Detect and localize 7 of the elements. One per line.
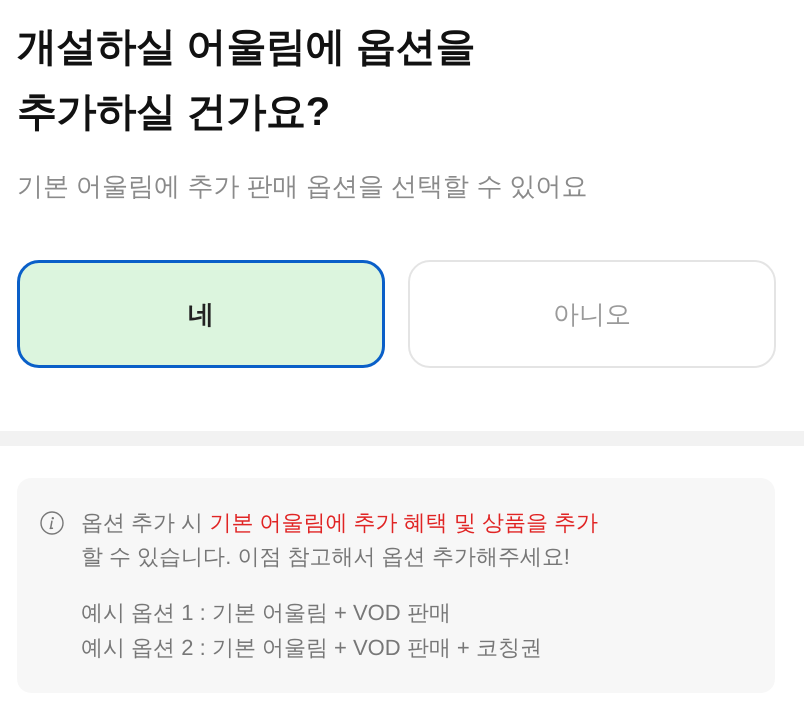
example-text: 예시 옵션 1 : 기본 어울림 + VOD 판매 [81, 599, 451, 627]
info-icon [40, 511, 64, 535]
subtitle: 기본 어울림에 추가 판매 옵션을 선택할 수 있어요 [17, 170, 588, 203]
notice-text: 옵션 추가 시 기본 어울림에 추가 혜택 및 상품을 추가 할 수 있습니다. 이점 참고해서 옵션 추가해주세요! [81, 509, 600, 571]
selected-option-button[interactable]: 네 [17, 260, 385, 368]
example-text: 예시 옵션 2 : 기본 어울림 + VOD 판매 + 코칭권 [81, 634, 542, 662]
page-title: 개설하실 어울림에 옵션을 추가하실 건가요? [17, 24, 476, 136]
